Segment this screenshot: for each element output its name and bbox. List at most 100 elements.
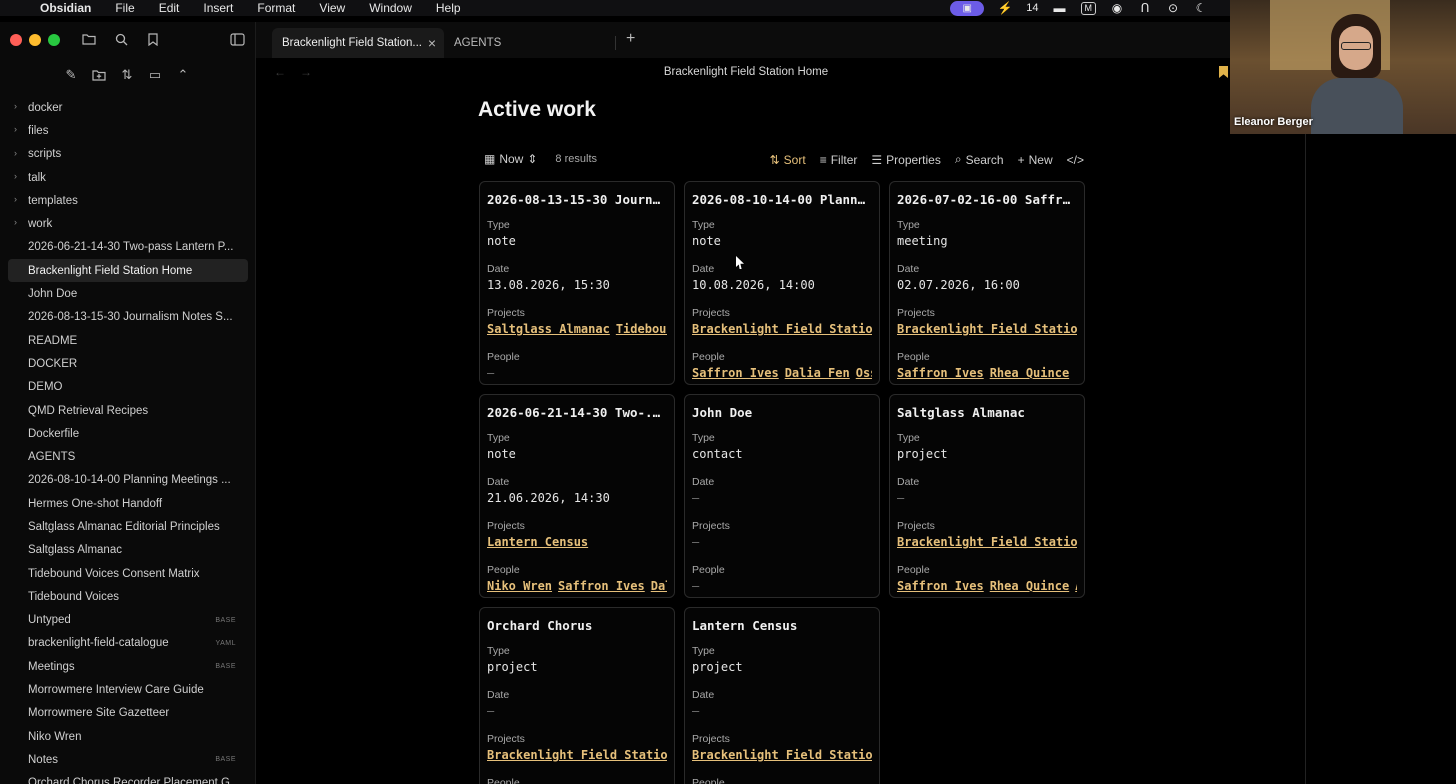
file-item[interactable]: 2026-06-21-14-30 Two-pass Lantern P... — [8, 236, 248, 259]
chevron-right-icon[interactable]: › — [14, 124, 17, 134]
file-item[interactable]: Hermes One-shot Handoff — [8, 492, 248, 515]
project-link[interactable]: Tidebound V — [616, 322, 667, 336]
tab-agents[interactable]: AGENTS — [444, 28, 616, 58]
project-link[interactable]: Saltglass Almanac — [487, 322, 610, 336]
new-button[interactable]: + New — [1018, 153, 1053, 167]
file-item[interactable]: Morrowmere Site Gazetteer — [8, 702, 248, 725]
moon-icon[interactable]: ☾ — [1194, 1, 1208, 15]
new-note-icon[interactable]: ✎ — [62, 66, 80, 84]
card-title[interactable]: Lantern Census — [692, 618, 872, 633]
file-item[interactable]: Notes BASE — [8, 748, 248, 771]
menu-format[interactable]: Format — [257, 1, 295, 15]
project-link[interactable]: Brackenlight Field Station — [487, 748, 667, 762]
folder-item[interactable]: › templates — [8, 189, 248, 212]
file-item[interactable]: brackenlight-field-catalogue YAML — [8, 632, 248, 655]
base-card[interactable]: 2026-07-02-16-00 Saffr... Type meeting Date… — [889, 181, 1085, 385]
chevron-right-icon[interactable]: › — [14, 171, 17, 181]
file-item[interactable]: Tidebound Voices Consent Matrix — [8, 562, 248, 585]
view-title[interactable]: Brackenlight Field Station Home — [256, 66, 1236, 78]
chevron-right-icon[interactable]: › — [14, 148, 17, 158]
new-tab-icon[interactable]: + — [626, 30, 635, 48]
base-card[interactable]: 2026-08-10-14-00 Plann... Type note Date 10.… — [684, 181, 880, 385]
person-link[interactable]: Niko Wren — [487, 579, 552, 593]
project-link[interactable]: Brackenlight Field Station — [692, 322, 872, 336]
project-link[interactable]: Lantern Census — [487, 535, 588, 549]
file-item[interactable]: README — [8, 329, 248, 352]
control-center-icon[interactable]: ⊙ — [1166, 1, 1180, 15]
close-icon[interactable]: × — [428, 35, 436, 51]
new-folder-icon[interactable] — [90, 66, 108, 84]
auto-reveal-icon[interactable]: ▭ — [146, 66, 164, 84]
menu-view[interactable]: View — [319, 1, 345, 15]
file-item[interactable]: Untyped BASE — [8, 609, 248, 632]
chevron-right-icon[interactable]: › — [14, 101, 17, 111]
sort-order-icon[interactable]: ⇅ — [118, 66, 136, 84]
file-item[interactable]: DOCKER — [8, 352, 248, 375]
menu-file[interactable]: File — [115, 1, 134, 15]
view-selector[interactable]: ▦ Now ⇕ — [484, 152, 537, 166]
chevron-right-icon[interactable]: › — [14, 217, 17, 227]
file-item[interactable]: Dockerfile — [8, 422, 248, 445]
file-item[interactable]: Brackenlight Field Station Home — [8, 259, 248, 283]
base-card[interactable]: Orchard Chorus Type project Date — Projects Br… — [479, 607, 675, 784]
person-link[interactable]: Rhea Quince — [990, 366, 1069, 380]
base-card[interactable]: 2026-08-13-15-30 Journ... Type note Date 13.… — [479, 181, 675, 385]
zoom-window-button[interactable] — [48, 34, 60, 46]
properties-button[interactable]: ☰ Properties — [871, 153, 940, 167]
tab-brackenlight-home[interactable]: Brackenlight Field Station... × — [272, 28, 444, 58]
card-title[interactable]: 2026-07-02-16-00 Saffr... — [897, 192, 1077, 207]
circle-icon[interactable]: ◉ — [1110, 1, 1124, 15]
base-card[interactable]: Lantern Census Type project Date — Projects Br… — [684, 607, 880, 784]
person-link[interactable]: Rhea Quince — [990, 579, 1069, 593]
base-card[interactable]: John Doe Type contact Date — Projects — People — — [684, 394, 880, 598]
search-icon[interactable] — [112, 30, 130, 48]
project-link[interactable]: Brackenlight Field Station — [692, 748, 872, 762]
chevron-right-icon[interactable]: › — [14, 194, 17, 204]
collapse-all-icon[interactable]: ⌃ — [174, 66, 192, 84]
card-title[interactable]: John Doe — [692, 405, 872, 420]
sort-button[interactable]: ⇅ Sort — [770, 153, 806, 167]
filter-button[interactable]: ≡ Filter — [820, 153, 858, 167]
close-window-button[interactable] — [10, 34, 22, 46]
code-view-icon[interactable]: </> — [1067, 153, 1084, 167]
menu-edit[interactable]: Edit — [159, 1, 180, 15]
file-item[interactable]: Orchard Chorus Recorder Placement G... — [8, 772, 248, 784]
folder-icon[interactable] — [80, 30, 98, 48]
folder-item[interactable]: › docker — [8, 96, 248, 119]
file-item[interactable]: QMD Retrieval Recipes — [8, 399, 248, 422]
folder-item[interactable]: › scripts — [8, 143, 248, 166]
status-count[interactable]: 14 — [1026, 2, 1038, 14]
project-link[interactable]: Brackenlight Field Station — [897, 535, 1077, 549]
card-title[interactable]: 2026-06-21-14-30 Two-... — [487, 405, 667, 420]
screen-share-icon[interactable]: ▣ — [950, 0, 985, 16]
sidebar-toggle-icon[interactable] — [228, 30, 246, 48]
search-button[interactable]: ⌕ Search — [955, 152, 1004, 167]
card-title[interactable]: Saltglass Almanac — [897, 405, 1077, 420]
file-item[interactable]: Saltglass Almanac Editorial Principles — [8, 515, 248, 538]
folder-item[interactable]: › talk — [8, 166, 248, 189]
card-title[interactable]: 2026-08-13-15-30 Journ... — [487, 192, 667, 207]
folder-item[interactable]: › files — [8, 119, 248, 142]
person-link[interactable]: Saffron Ives — [692, 366, 779, 380]
file-item[interactable]: Meetings BASE — [8, 655, 248, 678]
bookmark-icon[interactable] — [144, 30, 162, 48]
menu-app-name[interactable]: Obsidian — [40, 1, 91, 15]
menu-help[interactable]: Help — [436, 1, 461, 15]
lightning-icon[interactable]: ⚡ — [998, 1, 1013, 15]
card-title[interactable]: 2026-08-10-14-00 Plann... — [692, 192, 872, 207]
project-link[interactable]: Brackenlight Field Station — [897, 322, 1077, 336]
person-link[interactable]: Saffron Ives — [897, 579, 984, 593]
person-link[interactable]: Anya — [1075, 579, 1077, 593]
status-boxed-label[interactable]: M — [1080, 1, 1096, 15]
file-item[interactable]: DEMO — [8, 376, 248, 399]
menu-window[interactable]: Window — [369, 1, 412, 15]
person-link[interactable]: Dalia Fen — [785, 366, 850, 380]
file-item[interactable]: 2026-08-10-14-00 Planning Meetings ... — [8, 469, 248, 492]
file-item[interactable]: AGENTS — [8, 445, 248, 468]
minimize-window-button[interactable] — [29, 34, 41, 46]
base-card[interactable]: 2026-06-21-14-30 Two-... Type note Date 21.0… — [479, 394, 675, 598]
file-item[interactable]: Tidebound Voices — [8, 585, 248, 608]
person-link[interactable]: Ossian — [856, 366, 872, 380]
file-item[interactable]: John Doe — [8, 282, 248, 305]
person-link[interactable]: Dalia F — [651, 579, 667, 593]
